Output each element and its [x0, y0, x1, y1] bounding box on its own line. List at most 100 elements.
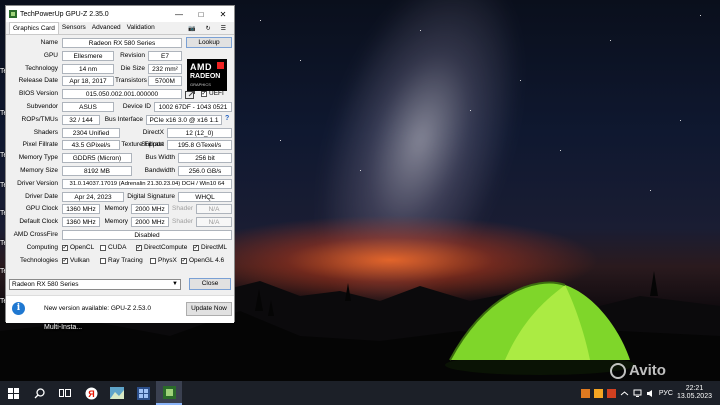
tray-app-icon[interactable] — [606, 388, 616, 398]
close-button[interactable]: Close — [189, 278, 231, 290]
memory-type-label: Memory Type — [18, 154, 58, 162]
default-clock-shader-label: Shader — [172, 218, 193, 226]
update-notice-text: New version available: GPU-Z 2.53.0 — [44, 305, 151, 312]
row-name: Name Radeon RX 580 Series Lookup — [9, 37, 232, 50]
minimize-icon[interactable]: — — [168, 10, 190, 19]
row-technologies: Technologies ✓ Vulkan Ray Tracing PhysX ✓… — [9, 255, 231, 268]
gpu-label: GPU — [43, 51, 58, 59]
digital-signature-label: Digital Signature — [127, 192, 175, 200]
taskbar-app-2[interactable] — [104, 381, 130, 405]
physx-checkbox: PhysX — [150, 257, 177, 265]
default-clock-value: 1360 MHz — [62, 217, 100, 228]
opencl-checkbox: ✓ OpenCL — [62, 244, 94, 252]
close-icon[interactable]: ✕ — [212, 10, 234, 19]
memory-type-value: GDDR5 (Micron) — [62, 153, 132, 164]
row-memory-size: Memory Size 8192 MB Bandwidth 256.0 GB/s — [9, 165, 232, 178]
checkbox-icon: ✓ — [193, 244, 199, 251]
gpu-clock-shader-label: Shader — [172, 205, 193, 213]
checkbox-icon: ✓ — [181, 257, 187, 264]
default-clock-memory-value: 2000 MHz — [131, 217, 169, 228]
tab-bar: Graphics Card Sensors Advanced Validatio… — [6, 22, 234, 35]
row-crossfire: AMD CrossFire Disabled — [9, 229, 232, 242]
refresh-icon[interactable]: ↻ — [206, 25, 211, 32]
transistors-value: 5700M — [148, 76, 182, 87]
row-rops: ROPs/TMUs 32 / 144 Bus Interface PCIe x1… — [9, 114, 231, 127]
ray-tracing-label: Ray Tracing — [108, 256, 143, 264]
tab-advanced[interactable]: Advanced — [89, 22, 124, 34]
language-indicator[interactable]: РУС — [659, 390, 673, 397]
driver-version-value: 31.0.14037.17019 (Adrenalin 21.30.23.04)… — [62, 178, 232, 189]
device-id-label: Device ID — [122, 102, 151, 110]
maximize-icon[interactable]: □ — [190, 10, 212, 19]
gpu-select-value: Radeon RX 580 Series — [12, 281, 79, 288]
gpu-select-dropdown[interactable]: Radeon RX 580 Series ▼ — [9, 279, 181, 290]
bus-width-value: 256 bit — [178, 153, 232, 164]
technologies-label: Technologies — [20, 256, 58, 264]
avito-watermark-text: Avito — [629, 362, 666, 379]
bus-interface-value: PCIe x16 3.0 @ x16 1.1 — [146, 114, 222, 125]
network-icon[interactable] — [633, 389, 642, 398]
driver-date-value: Apr 24, 2023 — [62, 191, 124, 202]
start-button[interactable] — [0, 381, 26, 405]
task-view-button[interactable] — [52, 381, 78, 405]
title-bar[interactable]: TechPowerUp GPU-Z 2.35.0 — □ ✕ — [6, 6, 234, 22]
menu-icon[interactable]: ☰ — [221, 25, 226, 32]
taskbar-yandex-browser[interactable]: Я — [78, 381, 104, 405]
gpuz-icon — [162, 385, 176, 399]
desktop-icon-multi-instance-label[interactable]: Multi-Insta... — [44, 324, 82, 331]
tab-sensors[interactable]: Sensors — [59, 22, 89, 34]
checkbox-icon: ✓ — [201, 91, 207, 98]
volume-icon[interactable] — [646, 389, 655, 398]
name-label: Name — [40, 39, 58, 46]
photo-viewer-icon — [110, 387, 124, 399]
taskbar-gpuz[interactable] — [156, 381, 182, 405]
chevron-up-icon[interactable] — [620, 389, 629, 398]
technology-value: 14 nm — [62, 63, 114, 74]
directml-label: DirectML — [201, 243, 228, 251]
gpu-clock-memory-value: 2000 MHz — [131, 204, 169, 215]
info-icon: i — [12, 302, 25, 315]
system-tray: РУС 22:21 13.05.2023 — [580, 381, 712, 405]
tray-app-icon[interactable] — [593, 388, 603, 398]
tray-app-icon[interactable] — [580, 388, 590, 398]
avito-watermark: Avito — [610, 362, 666, 380]
taskbar-app-3[interactable] — [130, 381, 156, 405]
svg-text:Я: Я — [88, 389, 94, 399]
row-pixel-fillrate: Pixel Fillrate 43.5 GPixel/s Texture Fil… — [9, 139, 232, 152]
die-size-value: 232 mm² — [148, 63, 182, 74]
directcompute-label: DirectCompute — [144, 243, 188, 251]
row-driver-version: Driver Version 31.0.14037.17019 (Adrenal… — [9, 178, 232, 191]
lookup-button[interactable]: Lookup — [186, 37, 232, 48]
bandwidth-value: 256.0 GB/s — [178, 165, 232, 176]
update-notification: i New version available: GPU-Z 2.53.0 Up… — [6, 295, 234, 323]
camera-icon[interactable]: 📷 — [188, 25, 195, 32]
chevron-down-icon: ▼ — [172, 281, 178, 287]
transistors-label: Transistors — [115, 77, 147, 85]
cuda-checkbox: CUDA — [100, 244, 126, 252]
checkbox-icon: ✓ — [136, 244, 142, 251]
clock[interactable]: 22:21 13.05.2023 — [677, 385, 712, 401]
die-size-label: Die Size — [120, 64, 145, 72]
window-title: TechPowerUp GPU-Z 2.35.0 — [20, 10, 109, 18]
subvendor-value: ASUS — [62, 101, 114, 112]
search-button[interactable] — [26, 381, 52, 405]
bus-width-label: Bus Width — [145, 154, 175, 162]
row-subvendor: Subvendor ASUS Device ID 1002 67DF - 104… — [9, 101, 232, 114]
bandwidth-label: Bandwidth — [144, 166, 175, 174]
gpuz-window: TechPowerUp GPU-Z 2.35.0 — □ ✕ Graphics … — [5, 5, 235, 323]
update-now-button[interactable]: Update Now — [186, 302, 232, 316]
gpu-clock-label: GPU Clock — [25, 205, 58, 213]
bottom-bar: Radeon RX 580 Series ▼ Close — [6, 276, 234, 293]
release-date-label: Release Date — [18, 77, 58, 85]
name-value: Radeon RX 580 Series — [62, 38, 182, 48]
avito-logo-icon — [610, 363, 626, 380]
physx-label: PhysX — [158, 256, 177, 264]
taskbar: Я РУС 22:21 13.05.2023 — [0, 381, 720, 405]
row-default-clock: Default Clock 1360 MHz Memory 2000 MHz S… — [9, 216, 232, 229]
gpu-clock-value: 1360 MHz — [62, 204, 100, 215]
tab-graphics-card[interactable]: Graphics Card — [9, 22, 59, 34]
radeon-logo-text: RADEON — [190, 73, 221, 80]
help-icon[interactable]: ? — [225, 115, 229, 122]
pixel-fillrate-value: 43.5 GPixel/s — [62, 140, 120, 151]
tab-validation[interactable]: Validation — [124, 22, 158, 34]
